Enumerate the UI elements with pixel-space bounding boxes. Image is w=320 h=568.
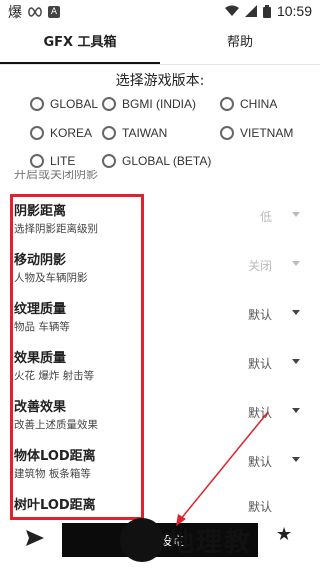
dropdown-caret-icon[interactable]: [292, 408, 300, 413]
setting-texture-quality[interactable]: 纹理质量 物品 车辆等 默认: [14, 298, 314, 334]
setting-object-lod[interactable]: 物体LOD距离 建筑物 板条箱等 默认: [14, 445, 314, 481]
setting-value[interactable]: 关闭: [248, 257, 272, 274]
partial-setting-label: 开启或关闭阴影: [14, 170, 99, 180]
dropdown-caret-icon[interactable]: [292, 457, 300, 462]
tab-bar: GFX 工具箱 帮助: [0, 28, 320, 64]
radio-circle[interactable]: [220, 97, 234, 111]
dropdown-caret-icon[interactable]: [292, 212, 300, 217]
radio-label: TAIWAN: [122, 126, 168, 140]
radio-korea[interactable]: KOREA: [30, 126, 92, 140]
status-time: 10:59: [276, 3, 312, 19]
battery-icon: [262, 4, 271, 18]
dropdown-caret-icon[interactable]: [292, 310, 300, 315]
radio-label: GLOBAL (BETA): [122, 154, 212, 168]
wifi-icon: [224, 5, 239, 16]
radio-label: KOREA: [50, 126, 93, 140]
setting-improve-effects[interactable]: 改善效果 改善上述质量效果 默认: [14, 396, 314, 432]
setting-value[interactable]: 默认: [248, 498, 272, 515]
radio-circle[interactable]: [102, 126, 116, 140]
radio-label: VIETNAM: [240, 126, 294, 140]
setting-shadow-distance[interactable]: 阴影距离 选择阴影距离级别 低: [14, 200, 314, 236]
radio-circle[interactable]: [30, 154, 44, 168]
tab-gfx-toolbox[interactable]: GFX 工具箱: [0, 28, 160, 64]
setting-value[interactable]: 默认: [248, 404, 272, 421]
setting-value[interactable]: 默认: [248, 453, 272, 470]
radio-circle[interactable]: [30, 126, 44, 140]
dropdown-caret-icon[interactable]: [292, 359, 300, 364]
radio-taiwan[interactable]: TAIWAN: [102, 126, 167, 140]
radio-lite[interactable]: LITE: [30, 154, 75, 168]
radio-circle[interactable]: [30, 97, 44, 111]
version-title: 选择游戏版本:: [115, 73, 205, 89]
notification-icon: A: [48, 6, 60, 18]
radio-global[interactable]: GLOBAL: [30, 97, 98, 111]
radio-vietnam[interactable]: VIETNAM: [220, 126, 293, 140]
setting-value[interactable]: 默认: [248, 355, 272, 372]
setting-moving-shadow[interactable]: 移动阴影 人物及车辆阴影 关闭: [14, 249, 314, 285]
radio-label: GLOBAL: [50, 97, 99, 111]
setting-value[interactable]: 默认: [248, 306, 272, 323]
signal-icon: [244, 5, 257, 17]
status-bar: 爆 A 10:59: [0, 0, 320, 24]
dropdown-caret-icon[interactable]: [292, 261, 300, 266]
radio-circle[interactable]: [102, 97, 116, 111]
radio-label: CHINA: [240, 97, 278, 111]
watermark-text: 地理教: [168, 528, 253, 558]
radio-label: LITE: [50, 154, 76, 168]
setting-foliage-lod[interactable]: 树叶LOD距离 默认: [14, 494, 314, 516]
radio-china[interactable]: CHINA: [220, 97, 277, 111]
app-glyph: 爆: [8, 5, 22, 21]
radio-global-beta[interactable]: GLOBAL (BETA): [102, 154, 211, 168]
radio-label: BGMI (INDIA): [122, 97, 196, 111]
tab-help[interactable]: 帮助: [160, 28, 320, 64]
setting-value[interactable]: 低: [260, 208, 272, 225]
radio-circle[interactable]: [102, 154, 116, 168]
radio-bgmi-india[interactable]: BGMI (INDIA): [102, 97, 196, 111]
setting-effects-quality[interactable]: 效果质量 火花 爆炸 射击等 默认: [14, 347, 314, 383]
send-icon[interactable]: [26, 530, 44, 546]
watermark-logo: [120, 518, 164, 562]
radio-circle[interactable]: [220, 126, 234, 140]
star-icon[interactable]: ★: [276, 524, 292, 545]
tab-divider: [0, 64, 320, 65]
infinity-icon: [28, 7, 42, 17]
